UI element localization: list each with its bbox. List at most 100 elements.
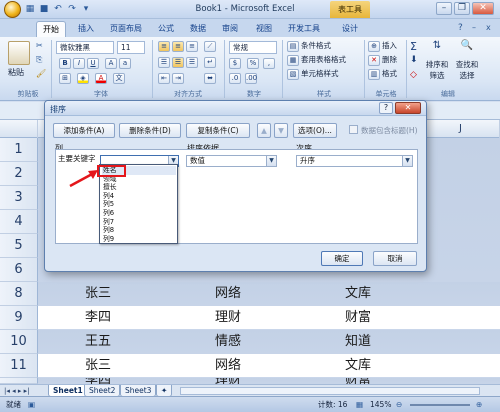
align-right-icon[interactable]: ☰	[186, 57, 198, 68]
font-color-icon[interactable]: A	[95, 73, 107, 84]
chevron-down-icon[interactable]: ▼	[402, 156, 412, 166]
row-header[interactable]: 8	[0, 282, 38, 306]
zoom-slider[interactable]	[410, 404, 470, 406]
undo-icon[interactable]: ↶	[52, 3, 64, 15]
table-cell[interactable]: 文库	[298, 354, 418, 378]
table-cell[interactable]: 张三	[38, 282, 158, 306]
table-cell[interactable]: 知道	[298, 330, 418, 354]
align-middle-icon[interactable]: ≡	[172, 41, 184, 52]
increase-font-icon[interactable]: A	[105, 58, 117, 69]
save-icon[interactable]: ■	[38, 3, 50, 15]
align-top-icon[interactable]: ≡	[158, 41, 170, 52]
align-center-icon[interactable]: ☰	[172, 57, 184, 68]
bold-icon[interactable]: B	[59, 58, 71, 69]
format-cells-icon[interactable]: ▥	[368, 69, 380, 80]
orientation-icon[interactable]: ⟋	[204, 41, 216, 52]
comma-icon[interactable]: ,	[263, 58, 275, 69]
select-all-corner[interactable]	[0, 120, 38, 138]
delete-cells-button[interactable]: 删除	[382, 54, 397, 66]
table-cell[interactable]: 张三	[38, 354, 158, 378]
conditional-format-button[interactable]: 条件格式	[301, 40, 331, 52]
tab-home[interactable]: 开始	[36, 21, 66, 37]
border-icon[interactable]: ⊞	[59, 73, 71, 84]
normal-view-icon[interactable]: ▦	[356, 397, 363, 412]
minimize-button[interactable]: –	[436, 2, 452, 15]
align-left-icon[interactable]: ☰	[158, 57, 170, 68]
fill-color-icon[interactable]: ◈	[77, 73, 89, 84]
row-header[interactable]: 11	[0, 354, 38, 378]
format-as-table-icon[interactable]: ▦	[287, 55, 299, 66]
tab-review[interactable]: 审阅	[216, 21, 244, 37]
wrap-text-icon[interactable]: ↵	[204, 57, 216, 68]
decrease-indent-icon[interactable]: ⇤	[158, 73, 170, 84]
merge-center-icon[interactable]: ⬌	[204, 73, 216, 84]
move-up-button[interactable]: ▲	[257, 123, 271, 138]
font-name-select[interactable]: 微软雅黑	[56, 41, 114, 54]
table-cell[interactable]: 王五	[38, 330, 158, 354]
order-select[interactable]: 升序 ▼	[296, 155, 413, 167]
cell-styles-button[interactable]: 单元格样式	[301, 68, 339, 80]
italic-icon[interactable]: I	[73, 58, 85, 69]
decrease-decimal-icon[interactable]: .00	[245, 73, 257, 84]
ok-button[interactable]: 确定	[321, 251, 363, 266]
dropdown-option[interactable]: 列9	[102, 235, 176, 244]
horizontal-scrollbar[interactable]	[180, 387, 480, 395]
redo-icon[interactable]: ↷	[66, 3, 78, 15]
options-button[interactable]: 选项(O)...	[293, 123, 337, 138]
dialog-help-button[interactable]: ?	[379, 102, 393, 114]
percent-icon[interactable]: %	[247, 58, 259, 69]
zoom-level[interactable]: 145%	[370, 397, 391, 412]
number-format-select[interactable]: 常规	[229, 41, 277, 54]
copy-level-button[interactable]: 复制条件(C)	[186, 123, 250, 138]
tab-insert[interactable]: 插入	[72, 21, 100, 37]
insert-cells-icon[interactable]: ⊕	[368, 41, 380, 52]
clear-icon[interactable]: ◇	[410, 70, 417, 80]
restore-button[interactable]: ❐	[454, 2, 470, 15]
column-header[interactable]: J	[422, 120, 500, 138]
format-painter-icon[interactable]: 🖌	[36, 69, 46, 78]
find-select-button[interactable]: 查找和 选择	[454, 59, 480, 81]
help-icon[interactable]: ?	[458, 23, 463, 33]
customize-qat-icon[interactable]: ▾	[80, 3, 92, 15]
move-down-button[interactable]: ▼	[274, 123, 288, 138]
table-cell[interactable]: 网络	[178, 282, 278, 306]
row-header[interactable]: 2	[0, 162, 38, 186]
close-button[interactable]: ✕	[472, 2, 494, 15]
row-header[interactable]: 1	[0, 138, 38, 162]
cell-styles-icon[interactable]: ▧	[287, 69, 299, 80]
tab-view[interactable]: 视图	[250, 21, 278, 37]
sort-filter-icon[interactable]: ⇅	[428, 40, 446, 56]
autosum-icon[interactable]: Σ	[410, 40, 417, 53]
table-cell[interactable]: 李四	[38, 306, 158, 330]
tab-developer[interactable]: 开发工具	[282, 21, 326, 37]
dropdown-option[interactable]: 列7	[102, 218, 176, 227]
ribbon-min-icon[interactable]: –	[472, 23, 476, 32]
sort-filter-button[interactable]: 排序和 筛选	[424, 59, 450, 81]
phonetic-icon[interactable]: 文	[113, 73, 125, 84]
row-header[interactable]: 3	[0, 186, 38, 210]
delete-cells-icon[interactable]: ✕	[368, 55, 380, 66]
row-header[interactable]: 4	[0, 210, 38, 234]
dialog-close-button[interactable]: ✕	[395, 102, 421, 114]
dropdown-option[interactable]: 列6	[102, 209, 176, 218]
conditional-format-icon[interactable]: ▤	[287, 41, 299, 52]
underline-icon[interactable]: U	[87, 58, 99, 69]
insert-cells-button[interactable]: 插入	[382, 40, 397, 52]
table-cell[interactable]: 财富	[298, 306, 418, 330]
table-cell[interactable]: 情感	[178, 330, 278, 354]
cancel-button[interactable]: 取消	[373, 251, 417, 266]
paste-icon[interactable]	[8, 41, 30, 65]
currency-icon[interactable]: $	[229, 58, 241, 69]
dialog-title-bar[interactable]: 排序 ? ✕	[45, 101, 426, 116]
tab-formulas[interactable]: 公式	[152, 21, 180, 37]
increase-indent-icon[interactable]: ⇥	[172, 73, 184, 84]
delete-level-button[interactable]: 删除条件(D)	[119, 123, 181, 138]
office-button[interactable]	[4, 1, 21, 18]
dropdown-option[interactable]: 列5	[102, 200, 176, 209]
cut-icon[interactable]: ✂	[36, 41, 43, 50]
dropdown-option[interactable]: 列8	[102, 226, 176, 235]
table-cell[interactable]: 网络	[178, 354, 278, 378]
table-cell[interactable]: 文库	[298, 282, 418, 306]
sort-on-select[interactable]: 数值 ▼	[186, 155, 277, 167]
tab-page-layout[interactable]: 页面布局	[104, 21, 148, 37]
